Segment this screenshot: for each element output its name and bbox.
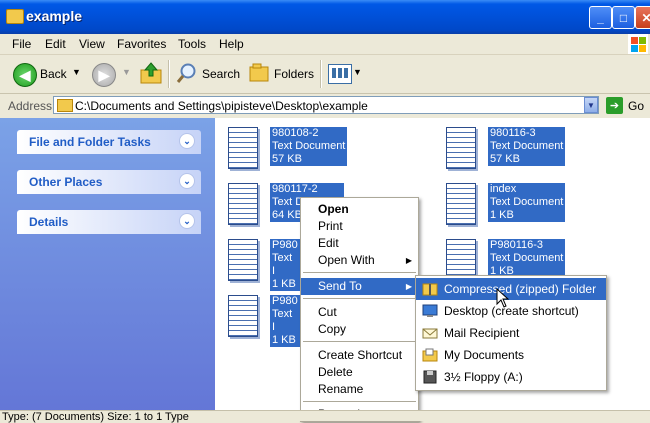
send-to-floppy[interactable]: 3½ Floppy (A:) xyxy=(416,366,606,388)
status-text: Type: (7 Documents) Size: 1 to 1 Type xyxy=(2,411,189,423)
task-panel-file-folder-tasks[interactable]: File and Folder Tasks ⌄ xyxy=(17,130,201,154)
text-document-icon[interactable] xyxy=(228,295,258,337)
task-panel-title: Other Places xyxy=(29,175,103,189)
menu-view[interactable]: View xyxy=(79,37,105,51)
text-document-icon[interactable] xyxy=(228,127,258,169)
menu-separator xyxy=(303,401,416,402)
menu-item-edit[interactable]: Edit xyxy=(301,235,418,252)
menu-item-delete[interactable]: Delete xyxy=(301,364,418,381)
floppy-icon xyxy=(423,370,437,384)
text-document-icon[interactable] xyxy=(446,183,476,225)
back-dropdown-icon[interactable]: ▼ xyxy=(72,67,81,77)
back-button-label[interactable]: Back xyxy=(40,67,67,81)
back-arrow-icon[interactable]: ◀ xyxy=(13,63,37,87)
task-panel-title: File and Folder Tasks xyxy=(29,135,151,149)
menu-separator xyxy=(303,341,416,342)
address-label: Address xyxy=(8,99,53,113)
task-panel-other-places[interactable]: Other Places ⌄ xyxy=(17,170,201,194)
window-title: example xyxy=(26,8,83,24)
file-item-label[interactable]: P980116-3 Text Document 1 KB xyxy=(488,239,566,278)
task-pane xyxy=(0,118,215,420)
go-button-label[interactable]: Go xyxy=(628,99,644,113)
minimize-button[interactable]: _ xyxy=(589,6,612,29)
file-item-label[interactable]: P980 Text I1 KB xyxy=(270,295,300,347)
menu-item-open-with[interactable]: Open With ▶ xyxy=(301,252,418,269)
menu-item-open[interactable]: Open xyxy=(301,201,418,218)
menu-item-create-shortcut[interactable]: Create Shortcut xyxy=(301,347,418,364)
text-document-icon[interactable] xyxy=(446,127,476,169)
zip-folder-icon xyxy=(422,283,438,296)
menu-edit[interactable]: Edit xyxy=(45,37,66,51)
menu-file[interactable]: File xyxy=(12,37,31,51)
expand-chevron-icon[interactable]: ⌄ xyxy=(179,173,195,189)
menu-tools[interactable]: Tools xyxy=(178,37,206,51)
send-to-desktop[interactable]: Desktop (create shortcut) xyxy=(416,300,606,322)
context-menu: Open Print Edit Open With ▶ Send To ▶ Cu… xyxy=(300,197,419,422)
up-folder-icon[interactable] xyxy=(140,61,162,85)
send-to-mail-recipient[interactable]: Mail Recipient xyxy=(416,322,606,344)
file-item-label[interactable]: P980 Text I1 KB xyxy=(270,239,300,291)
search-button-label[interactable]: Search xyxy=(202,67,240,81)
expand-chevron-icon[interactable]: ⌄ xyxy=(179,133,195,149)
send-to-compressed-folder[interactable]: Compressed (zipped) Folder xyxy=(416,278,606,300)
file-item-label[interactable]: 980108-2 Text Document 57 KB xyxy=(270,127,348,166)
text-document-icon[interactable] xyxy=(228,239,258,281)
file-item-label[interactable]: 980116-3 Text Document 57 KB xyxy=(488,127,566,166)
expand-chevron-icon[interactable]: ⌄ xyxy=(179,213,195,229)
my-documents-icon xyxy=(422,348,438,362)
toolbar-separator xyxy=(168,60,170,88)
menu-item-send-to[interactable]: Send To ▶ xyxy=(301,278,418,295)
menu-item-copy[interactable]: Copy xyxy=(301,321,418,338)
mouse-cursor-icon xyxy=(496,288,510,308)
submenu-arrow-icon: ▶ xyxy=(405,256,412,265)
address-dropdown-icon[interactable]: ▼ xyxy=(584,97,598,113)
task-panel-title: Details xyxy=(29,215,69,229)
folder-icon xyxy=(57,99,73,112)
menu-separator xyxy=(303,272,416,273)
forward-arrow-icon[interactable]: ▶ xyxy=(92,63,116,87)
send-to-my-documents[interactable]: My Documents xyxy=(416,344,606,366)
go-arrow-icon[interactable]: ➔ xyxy=(606,97,623,114)
windows-logo-icon xyxy=(628,34,648,54)
folders-icon[interactable] xyxy=(249,63,271,83)
folders-button-label[interactable]: Folders xyxy=(274,67,314,81)
title-bar[interactable] xyxy=(0,0,650,34)
submenu-arrow-icon: ▶ xyxy=(405,282,412,291)
close-button[interactable]: ✕ xyxy=(635,6,650,29)
views-icon[interactable] xyxy=(328,64,352,84)
desktop-icon xyxy=(422,304,438,317)
address-path[interactable]: C:\Documents and Settings\pipisteve\Desk… xyxy=(75,99,368,113)
menu-help[interactable]: Help xyxy=(219,37,244,51)
text-document-icon[interactable] xyxy=(228,183,258,225)
task-panel-details[interactable]: Details ⌄ xyxy=(17,210,201,234)
search-icon[interactable] xyxy=(176,62,198,84)
menu-favorites[interactable]: Favorites xyxy=(117,37,166,51)
mail-icon xyxy=(422,328,438,339)
menu-item-rename[interactable]: Rename xyxy=(301,381,418,398)
forward-dropdown-icon[interactable]: ▼ xyxy=(122,67,131,77)
toolbar-separator xyxy=(320,60,322,88)
menu-item-print[interactable]: Print xyxy=(301,218,418,235)
views-dropdown-icon[interactable]: ▼ xyxy=(353,67,362,77)
file-item-label[interactable]: index Text Document 1 KB xyxy=(488,183,566,222)
menu-item-cut[interactable]: Cut xyxy=(301,304,418,321)
send-to-submenu: Compressed (zipped) Folder Desktop (crea… xyxy=(415,275,607,391)
folder-icon xyxy=(6,9,24,24)
menu-separator xyxy=(303,298,416,299)
maximize-button[interactable]: □ xyxy=(612,6,635,29)
